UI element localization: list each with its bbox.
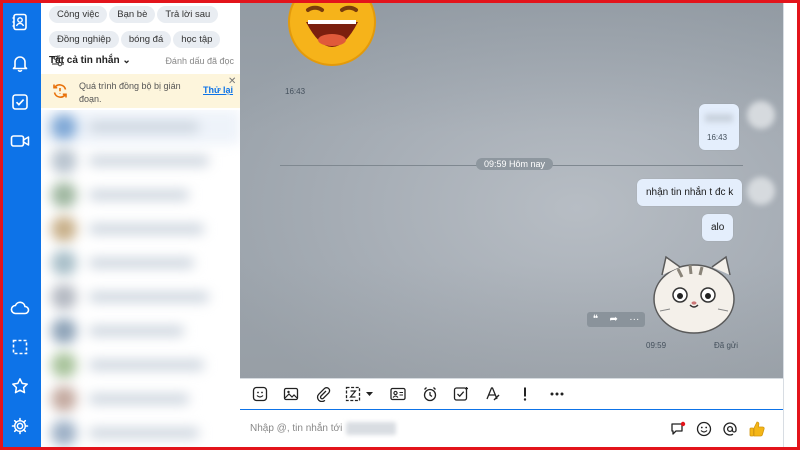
reminder-icon[interactable] [421,385,439,403]
format-text-icon[interactable] [484,385,502,403]
list-item[interactable] [41,348,240,382]
capture-icon[interactable] [345,385,375,403]
all-messages-dropdown[interactable]: Tất cả tin nhắn ⌄ [49,55,131,66]
cloud-icon[interactable] [8,296,32,320]
avatar[interactable] [747,177,775,205]
all-messages-label: Tất cả tin nhắn [49,55,120,66]
sticker-icon[interactable] [251,385,269,403]
blurred-text [705,114,733,122]
attach-icon[interactable] [314,385,332,403]
laughing-emoji-sticker [288,0,376,66]
close-icon[interactable]: ✕ [228,76,236,87]
avatar[interactable] [747,101,775,129]
list-item[interactable] [41,144,240,178]
message-bubble[interactable]: 16:43 [699,104,739,150]
quote-icon[interactable]: ❝ [593,314,598,325]
more-icon[interactable] [548,385,566,403]
list-item[interactable] [41,416,240,450]
more-options-icon[interactable]: ··· [629,314,639,325]
message-bubble[interactable]: nhận tin nhắn t đc k [637,179,743,206]
video-icon[interactable] [8,129,32,153]
message-composer: Nhập @, tin nhắn tới [240,409,783,451]
conversation-list [41,110,240,450]
list-item[interactable] [41,280,240,314]
list-header: Tất cả tin nhắn ⌄ Đánh dấu đã đọc [49,55,234,66]
list-item[interactable] [41,110,240,144]
forward-icon[interactable]: ➦ [610,314,618,325]
conversation-list-panel: Công việc Bạn bè Trả lời sau Đồng nghiệp bó… [41,0,240,450]
tag-chip-friends[interactable]: Bạn bè [109,6,156,23]
emoji-icon[interactable] [695,420,713,438]
list-item[interactable] [41,178,240,212]
message-time: 09:59 [646,341,667,350]
message-status: Đã gửi [714,341,739,350]
sync-icon [51,82,69,100]
list-item[interactable] [41,246,240,280]
date-divider: 09:59 Hôm nay [476,158,554,170]
star-icon[interactable] [8,374,32,398]
image-icon[interactable] [282,385,300,403]
contact-card-icon[interactable] [389,385,407,403]
tag-chip-colleagues[interactable]: Đồng nghiệp [49,31,119,48]
sync-warning-banner: Quá trình đồng bộ bị gián đoạn. Thử lại … [41,74,240,108]
sync-warning-text: Quá trình đồng bộ bị gián đoạn. [79,81,181,104]
chat-message-area[interactable]: 16:43 16:43 09:59 Hôm nay nhận tin nhắn … [240,0,783,378]
nav-rail [0,0,41,450]
message-actions-bar: ❝ ➦ ··· [587,312,645,327]
todo-check-icon[interactable] [8,90,32,114]
task-icon[interactable] [452,385,470,403]
mark-read-link[interactable]: Đánh dấu đã đọc [165,56,234,66]
message-time: 16:43 [285,87,306,96]
composer-toolbar [240,378,783,410]
tag-chip-work[interactable]: Công việc [49,6,108,23]
message-time: 16:43 [707,133,728,142]
message-text: nhận tin nhắn t đc k [646,187,734,198]
message-bubble[interactable]: alo [702,214,734,241]
message-input[interactable]: Nhập @, tin nhắn tới [250,423,342,434]
tag-chip-football[interactable]: bóng đá [120,31,172,48]
cat-sticker[interactable] [650,245,740,337]
tag-chip-study[interactable]: học tập [173,31,221,48]
quick-message-icon[interactable] [669,420,687,438]
chevron-down-icon: ⌄ [122,55,131,66]
list-item[interactable] [41,314,240,348]
blurred-recipient-name [346,422,396,435]
list-item[interactable] [41,212,240,246]
thumbs-up-icon[interactable] [748,420,766,438]
screenshot-icon[interactable] [8,335,32,359]
mention-icon[interactable] [721,420,739,438]
contacts-icon[interactable] [8,10,32,34]
urgent-icon[interactable] [516,385,534,403]
right-scroll-edge [783,0,800,450]
bell-icon[interactable] [8,51,32,75]
list-item[interactable] [41,382,240,416]
settings-icon[interactable] [8,414,32,438]
tag-chip-reply-later[interactable]: Trả lời sau [157,6,219,23]
message-text: alo [711,222,725,233]
